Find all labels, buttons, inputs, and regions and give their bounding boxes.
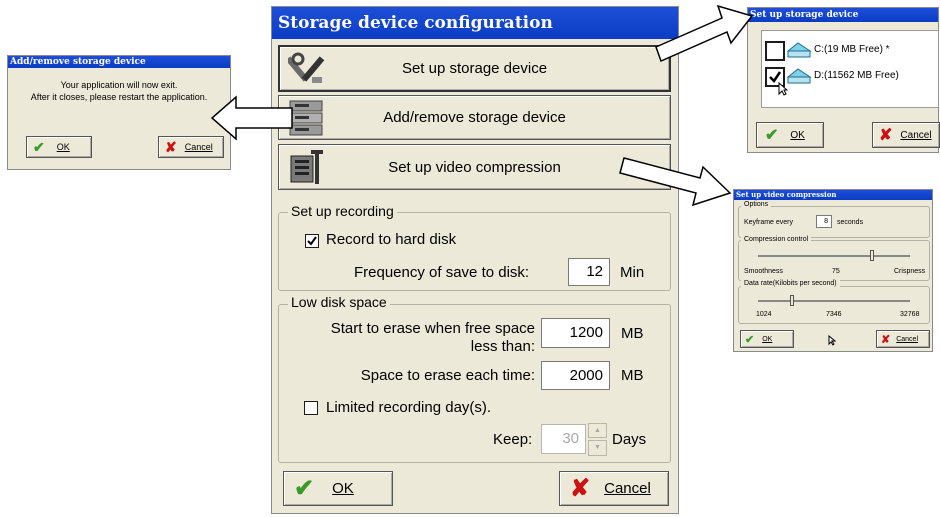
compression-ok-label: OK <box>762 335 773 343</box>
checkmark-icon: ✔ <box>33 138 45 155</box>
compression-ok-button[interactable]: ✔ OK <box>740 330 794 348</box>
device-c-checkbox[interactable] <box>765 41 785 61</box>
compression-slider-thumb[interactable] <box>870 250 874 261</box>
red-x-icon: ✘ <box>879 127 893 144</box>
storage-device-dialog: Set up storage device C:(19 MB Free) * D… <box>747 7 940 153</box>
storage-device-title: Set up storage device <box>748 8 938 22</box>
checkmark-glyph-icon <box>307 236 317 246</box>
ok-label: OK <box>332 480 354 497</box>
storage-config-dialog: Storage device configuration Set up stor… <box>271 6 679 514</box>
setup-storage-button[interactable]: Set up storage device <box>278 45 671 92</box>
spin-up-button[interactable]: ▲ <box>588 423 607 438</box>
control-value: 75 <box>832 268 840 275</box>
frequency-label: Frequency of save to disk: <box>354 264 530 281</box>
cancel-label: Cancel <box>604 480 651 497</box>
rate-value: 7346 <box>826 311 842 318</box>
compression-slider-track[interactable] <box>758 255 910 257</box>
storage-cancel-label: Cancel <box>900 129 932 141</box>
datarate-slider-thumb[interactable] <box>790 295 794 306</box>
rate-min: 1024 <box>756 311 772 318</box>
start-erase-input[interactable]: 1200 <box>541 318 610 348</box>
datarate-slider-track[interactable] <box>758 300 910 302</box>
storage-ok-label: OK <box>790 129 805 141</box>
frequency-input[interactable]: 12 <box>568 258 610 286</box>
rate-max: 32768 <box>900 311 920 318</box>
video-compression-label: Set up video compression <box>388 158 561 176</box>
control-legend: Compression control <box>741 236 812 243</box>
red-x-icon: ✘ <box>570 475 591 502</box>
space-erase-label: Space to erase each time: <box>360 367 535 384</box>
keyframe-label: Keyframe every <box>744 219 794 226</box>
frequency-unit: Min <box>620 264 645 281</box>
add-remove-title: Add/remove storage device <box>8 56 230 68</box>
keep-unit: Days <box>612 431 647 448</box>
add-remove-line2: After it closes, please restart the appl… <box>30 92 208 102</box>
space-erase-input[interactable]: 2000 <box>541 361 610 390</box>
spin-down-button[interactable]: ▼ <box>588 440 607 456</box>
drive-icon <box>786 42 812 58</box>
add-remove-line1: Your application will now exit. <box>60 80 178 90</box>
keyframe-unit: seconds <box>837 219 864 226</box>
add-remove-dialog: Add/remove storage device Your applicati… <box>7 55 231 170</box>
storage-ok-button[interactable]: ✔ OK <box>756 122 824 148</box>
checkmark-icon: ✔ <box>745 333 755 346</box>
add-remove-cancel-button[interactable]: ✘ Cancel <box>158 136 224 158</box>
keyframe-input[interactable]: 8 <box>816 215 832 228</box>
datarate-group <box>738 286 930 324</box>
smoothness-label: Smoothness <box>744 268 783 275</box>
limited-days-checkbox[interactable] <box>304 401 318 415</box>
record-to-disk-label: Record to hard disk <box>326 231 457 248</box>
add-remove-storage-label: Add/remove storage device <box>383 109 566 126</box>
mouse-cursor-icon <box>778 82 788 96</box>
device-c-label: C:(19 MB Free) * <box>814 44 890 55</box>
datarate-legend: Data rate(Kilobits per second) <box>741 280 840 287</box>
crispness-label: Crispness <box>894 268 926 275</box>
record-to-disk-checkbox[interactable] <box>305 234 319 248</box>
red-x-icon: ✘ <box>881 333 891 346</box>
compression-cancel-button[interactable]: ✘ Cancel <box>876 330 930 348</box>
keep-days-input[interactable]: 30 <box>541 424 586 454</box>
cancel-button[interactable]: ✘ Cancel <box>559 471 669 506</box>
options-legend: Options <box>741 201 772 208</box>
add-remove-cancel-label: Cancel <box>184 142 213 152</box>
checkmark-icon: ✔ <box>294 475 315 502</box>
video-compression-button[interactable]: Set up video compression <box>278 144 671 190</box>
keep-label: Keep: <box>493 431 533 448</box>
drive-icon <box>786 68 812 84</box>
ok-button[interactable]: ✔ OK <box>283 471 393 506</box>
dialog-title: Storage device configuration <box>272 7 678 39</box>
start-erase-label-line1: Start to erase when free space <box>330 320 535 337</box>
add-remove-ok-button[interactable]: ✔ OK <box>26 136 92 158</box>
add-remove-ok-label: OK <box>56 142 70 152</box>
mouse-cursor-icon <box>828 335 836 346</box>
low-disk-legend: Low disk space <box>288 294 390 310</box>
start-erase-label-line2: less than: <box>470 338 535 355</box>
video-compression-dialog: Set up video compression Options Keyfram… <box>733 189 933 352</box>
setup-storage-label: Set up storage device <box>401 60 548 77</box>
recording-legend: Set up recording <box>288 203 397 219</box>
add-remove-storage-button[interactable]: Add/remove storage device <box>278 95 671 140</box>
keep-days-spinner[interactable]: ▲ ▼ <box>588 423 607 456</box>
compression-title: Set up video compression <box>734 190 932 200</box>
space-erase-unit: MB <box>621 367 644 384</box>
checkmark-icon: ✔ <box>765 127 779 144</box>
limited-days-label: Limited recording day(s). <box>326 399 492 416</box>
storage-cancel-button[interactable]: ✘ Cancel <box>872 122 940 148</box>
device-d-label: D:(11562 MB Free) <box>814 70 899 81</box>
red-x-icon: ✘ <box>165 138 177 155</box>
start-erase-unit: MB <box>621 325 644 342</box>
compression-cancel-label: Cancel <box>896 335 919 343</box>
